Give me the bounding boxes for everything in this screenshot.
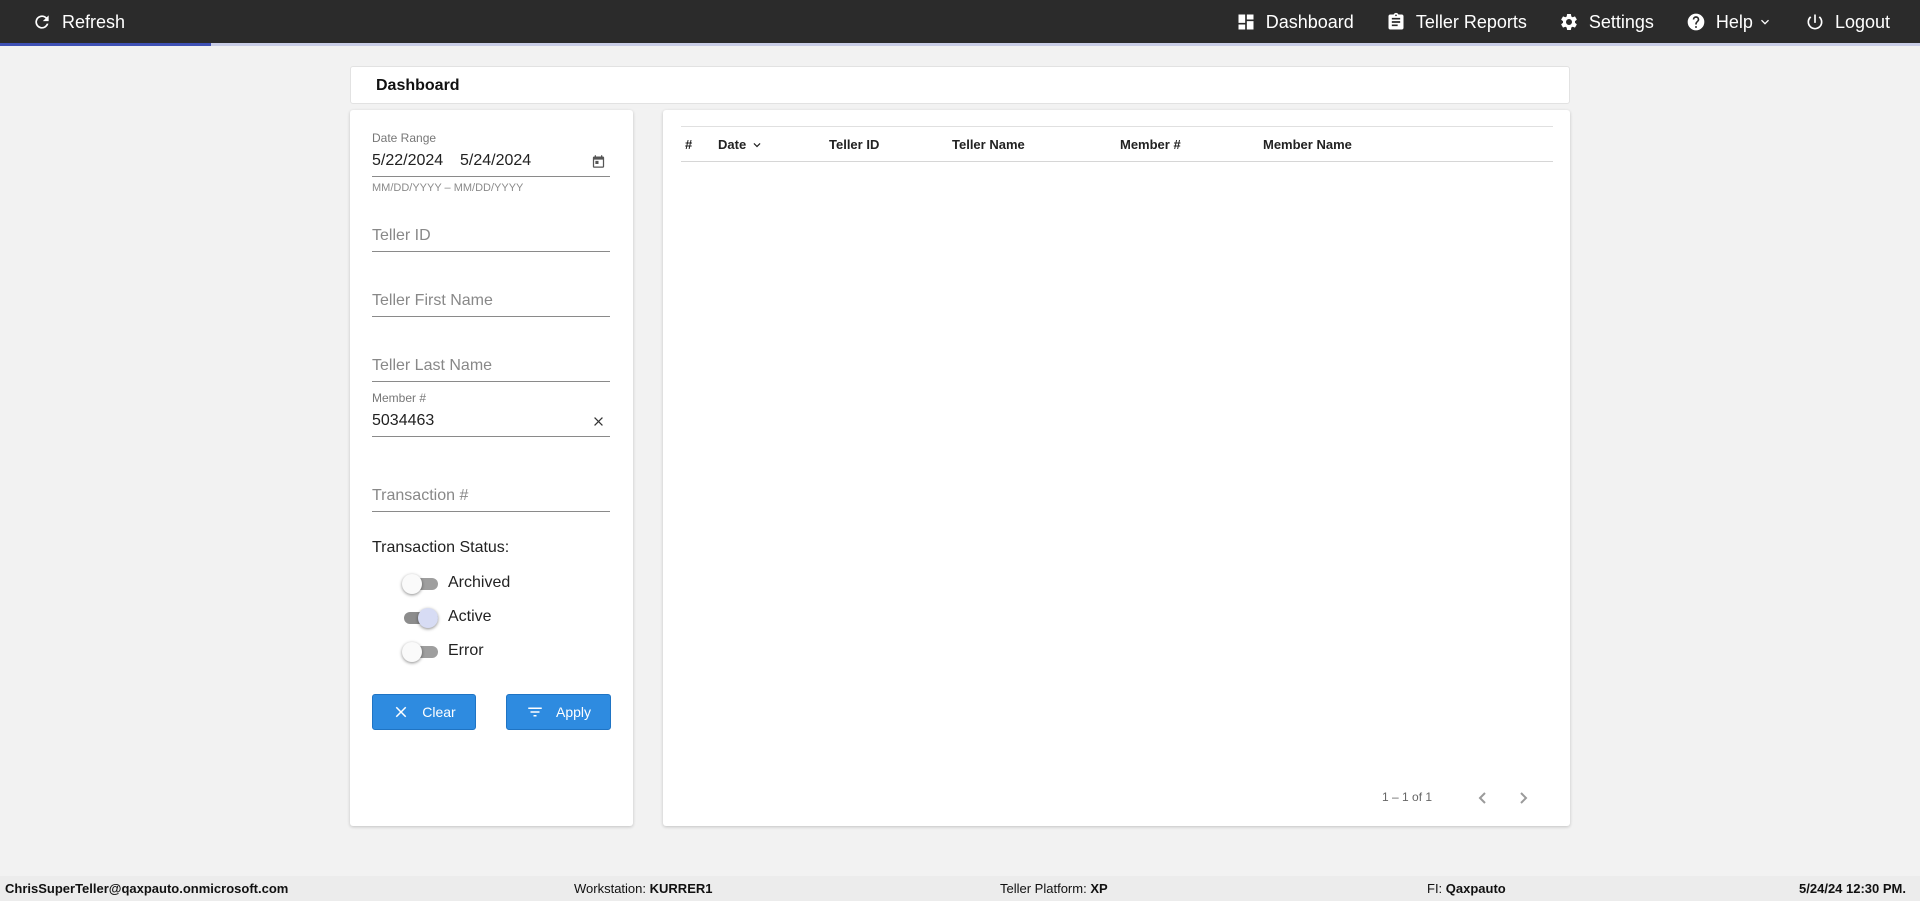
archived-switch[interactable]	[402, 573, 438, 594]
date-range-end-input[interactable]: 5/24/2024	[460, 152, 531, 170]
close-icon	[396, 706, 407, 718]
footer-user: ChrisSuperTeller@qaxpauto.onmicrosoft.co…	[5, 881, 289, 896]
footer-workstation-label: Workstation:	[574, 881, 647, 896]
toggle-error[interactable]: Error	[402, 641, 484, 662]
results-panel: # Date Teller ID Teller Name Member # Me…	[663, 110, 1570, 826]
footer-fi-value: Qaxpauto	[1445, 881, 1506, 896]
apply-button[interactable]: Apply	[506, 694, 611, 730]
member-number-input[interactable]: Member # 5034463	[372, 390, 610, 437]
help-circle-icon	[1687, 13, 1705, 31]
top-nav: Dashboard Teller Reports Settings Help L…	[1204, 0, 1890, 44]
date-range-field[interactable]: Date Range 5/22/2024 5/24/2024	[372, 130, 610, 177]
nav-settings[interactable]: Settings	[1559, 12, 1654, 33]
member-number-value[interactable]: 5034463	[372, 412, 434, 430]
top-bar: Refresh Dashboard Teller Reports Setting…	[0, 0, 1920, 46]
loading-progress-fill	[0, 43, 212, 46]
nav-teller-reports[interactable]: Teller Reports	[1386, 12, 1527, 33]
footer-datetime: 5/24/24 12:30 PM.	[1799, 881, 1906, 896]
footer-workstation: Workstation: KURRER1	[574, 881, 712, 896]
nav-help-label: Help	[1715, 11, 1753, 32]
date-range-hint: MM/DD/YYYY – MM/DD/YYYY	[372, 182, 524, 194]
transaction-number-input[interactable]: Transaction #	[372, 470, 610, 512]
footer-platform-value: XP	[1090, 881, 1108, 896]
column-header-teller-name-label: Teller Name	[952, 137, 1025, 152]
column-header-index-label: #	[685, 137, 693, 152]
power-icon	[1807, 14, 1823, 30]
teller-id-input[interactable]: Teller ID	[372, 210, 610, 252]
nav-help[interactable]: Help	[1686, 12, 1773, 33]
toggle-active[interactable]: Active	[402, 607, 492, 628]
teller-last-name-input[interactable]: Teller Last Name	[372, 340, 610, 382]
previous-page-button[interactable]	[1471, 786, 1495, 810]
chevron-down-icon	[1760, 19, 1769, 25]
sort-descending-icon	[753, 142, 761, 147]
footer-platform: Teller Platform: XP	[1000, 881, 1108, 896]
chevron-left-icon	[1478, 792, 1486, 804]
member-number-label: Member #	[372, 391, 427, 405]
apply-button-label: Apply	[555, 704, 592, 720]
refresh-icon	[35, 15, 49, 29]
column-header-date[interactable]: Date	[718, 137, 764, 152]
teller-first-name-placeholder: Teller First Name	[372, 292, 493, 309]
dashboard-icon	[1238, 14, 1254, 30]
nav-settings-label: Settings	[1588, 11, 1654, 32]
loading-progress-bar	[0, 43, 1920, 46]
toggle-error-label: Error	[448, 642, 484, 659]
column-header-date-label: Date	[718, 137, 747, 152]
date-range-label: Date Range	[372, 131, 437, 145]
nav-teller-reports-label: Teller Reports	[1415, 11, 1527, 32]
refresh-label: Refresh	[62, 11, 126, 32]
page-title-card: Dashboard	[350, 66, 1570, 104]
clear-button[interactable]: Clear	[372, 694, 476, 730]
table-header: # Date Teller ID Teller Name Member # Me…	[681, 126, 1553, 162]
toggle-active-label: Active	[448, 608, 492, 625]
clipboard-icon	[1388, 12, 1404, 30]
transaction-status-label: Transaction Status:	[372, 539, 510, 556]
refresh-button[interactable]: Refresh	[32, 0, 125, 44]
column-header-member-name[interactable]: Member Name	[1263, 137, 1352, 152]
nav-logout-label: Logout	[1834, 11, 1890, 32]
pagination-range: 1 – 1 of 1	[1382, 790, 1433, 804]
next-page-button[interactable]	[1511, 786, 1535, 810]
footer-fi: FI: Qaxpauto	[1427, 881, 1506, 896]
column-header-member-number[interactable]: Member #	[1120, 137, 1181, 152]
calendar-icon[interactable]	[591, 154, 606, 169]
nav-dashboard[interactable]: Dashboard	[1236, 12, 1354, 33]
footer-platform-label: Teller Platform:	[1000, 881, 1087, 896]
nav-logout[interactable]: Logout	[1805, 12, 1890, 33]
date-range-start-input[interactable]: 5/22/2024	[372, 152, 443, 170]
column-header-member-number-label: Member #	[1120, 137, 1181, 152]
toggle-archived-label: Archived	[448, 574, 511, 591]
column-header-teller-id-label: Teller ID	[829, 137, 880, 152]
toggle-archived[interactable]: Archived	[402, 573, 511, 594]
column-header-teller-name[interactable]: Teller Name	[952, 137, 1025, 152]
filter-icon	[528, 707, 542, 717]
footer-fi-label: FI:	[1427, 881, 1443, 896]
clear-icon[interactable]	[591, 414, 606, 429]
status-footer: ChrisSuperTeller@qaxpauto.onmicrosoft.co…	[0, 876, 1920, 901]
nav-dashboard-label: Dashboard	[1265, 11, 1354, 32]
clear-button-label: Clear	[422, 704, 456, 720]
column-header-teller-id[interactable]: Teller ID	[829, 137, 879, 152]
footer-workstation-value: KURRER1	[649, 881, 713, 896]
teller-id-placeholder: Teller ID	[372, 227, 431, 244]
active-switch[interactable]	[402, 607, 438, 628]
gear-icon	[1561, 13, 1577, 30]
page-title: Dashboard	[376, 77, 460, 94]
teller-first-name-input[interactable]: Teller First Name	[372, 275, 610, 317]
chevron-right-icon	[1520, 792, 1528, 804]
filter-panel: Date Range 5/22/2024 5/24/2024 MM/DD/YYY…	[350, 110, 633, 826]
transaction-number-placeholder: Transaction #	[372, 487, 469, 504]
column-header-member-name-label: Member Name	[1263, 137, 1352, 152]
teller-last-name-placeholder: Teller Last Name	[372, 357, 493, 374]
column-header-index[interactable]: #	[685, 137, 692, 152]
error-switch[interactable]	[402, 641, 438, 662]
